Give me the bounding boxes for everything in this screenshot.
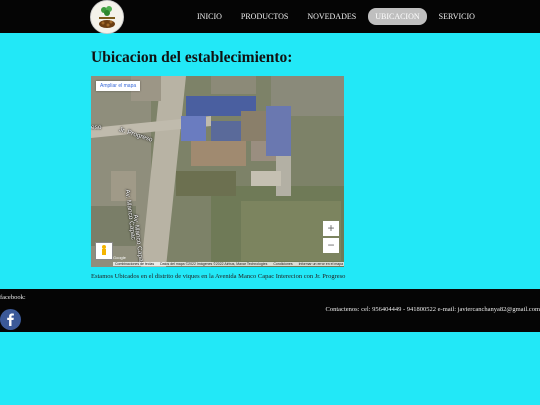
pegman-glyph bbox=[102, 245, 106, 255]
map-attribution: Combinaciones de teclas Datos del mapa ©… bbox=[113, 262, 344, 266]
map-data-credit: Datos del mapa ©2022 Imágenes ©2022 Airb… bbox=[160, 262, 268, 266]
street-label: eso bbox=[91, 124, 102, 131]
top-nav-bar: INICIO PRODUCTOS NOVEDADES UBICACION SER… bbox=[0, 0, 540, 34]
page-title: Ubicacion del establecimiento: bbox=[91, 49, 293, 66]
location-caption: Estamos Ubicados en el distrito de vique… bbox=[91, 273, 346, 280]
facebook-label: facebook: bbox=[0, 294, 26, 301]
contact-info: Contactenos: cel: 956404449 - 941800522 … bbox=[325, 306, 540, 313]
zoom-in-button[interactable]: + bbox=[323, 221, 339, 236]
brand-logo-icon bbox=[91, 1, 123, 33]
page-footer: facebook: Contactenos: cel: 956404449 - … bbox=[0, 289, 540, 332]
enlarge-map-button[interactable]: Ampliar el mapa bbox=[96, 81, 141, 91]
nav-item-novedades[interactable]: NOVEDADES bbox=[300, 8, 363, 25]
report-error-link[interactable]: Informar un error en el mapa bbox=[299, 262, 344, 266]
nav-item-servicio[interactable]: SERVICIO bbox=[432, 8, 482, 25]
terms-link[interactable]: Condiciones bbox=[273, 262, 292, 266]
pegman-icon[interactable] bbox=[95, 242, 113, 260]
nav-item-inicio[interactable]: INICIO bbox=[190, 8, 229, 25]
nav-item-productos[interactable]: PRODUCTOS bbox=[234, 8, 295, 25]
google-logo: Google bbox=[113, 255, 126, 260]
facebook-icon[interactable] bbox=[0, 309, 21, 330]
keyboard-shortcuts-link[interactable]: Combinaciones de teclas bbox=[115, 262, 154, 266]
zoom-out-button[interactable]: − bbox=[323, 238, 339, 253]
brand-logo[interactable] bbox=[90, 0, 124, 34]
satellite-map[interactable]: Ampliar el mapa eso Jr. Progreso Av. Man… bbox=[91, 76, 344, 267]
main-nav: INICIO PRODUCTOS NOVEDADES UBICACION SER… bbox=[190, 8, 487, 25]
nav-item-ubicacion[interactable]: UBICACION bbox=[368, 8, 427, 25]
